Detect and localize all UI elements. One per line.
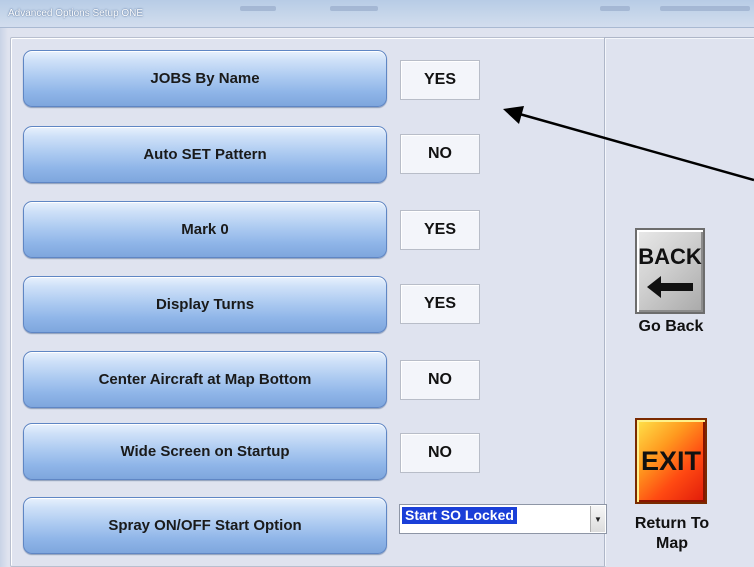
spray-start-selected-value: Start SO Locked <box>402 507 517 524</box>
dropdown-arrow-icon[interactable]: ▼ <box>590 506 605 532</box>
display-turns-value: YES <box>400 284 480 324</box>
return-to-map-label-line2: Map <box>656 535 688 552</box>
return-to-map-label-line1: Return To <box>634 515 710 532</box>
spray-start-select[interactable]: Start SO Locked ▼ <box>399 504 607 534</box>
left-arrow-icon <box>647 276 693 298</box>
window-title: Advanced Options Setup ONE <box>8 8 144 19</box>
back-button[interactable]: BACK <box>635 228 705 314</box>
mark-0-value: YES <box>400 210 480 250</box>
window-left-edge <box>0 28 8 567</box>
wide-screen-startup-button[interactable]: Wide Screen on Startup <box>23 423 387 480</box>
display-turns-button[interactable]: Display Turns <box>23 276 387 333</box>
title-bar: Advanced Options Setup ONE <box>0 0 754 28</box>
spray-start-option-button[interactable]: Spray ON/OFF Start Option <box>23 497 387 554</box>
return-to-map-label: Return To Map <box>628 514 716 554</box>
back-icon-text: BACK <box>638 244 702 269</box>
wide-screen-startup-value: NO <box>400 433 480 473</box>
exit-button[interactable]: EXIT <box>635 418 707 504</box>
auto-set-pattern-value: NO <box>400 134 480 174</box>
jobs-by-name-value: YES <box>400 60 480 100</box>
auto-set-pattern-button[interactable]: Auto SET Pattern <box>23 126 387 183</box>
center-aircraft-value: NO <box>400 360 480 400</box>
jobs-by-name-button[interactable]: JOBS By Name <box>23 50 387 107</box>
mark-0-button[interactable]: Mark 0 <box>23 201 387 258</box>
go-back-label: Go Back <box>638 318 704 335</box>
center-aircraft-button[interactable]: Center Aircraft at Map Bottom <box>23 351 387 408</box>
